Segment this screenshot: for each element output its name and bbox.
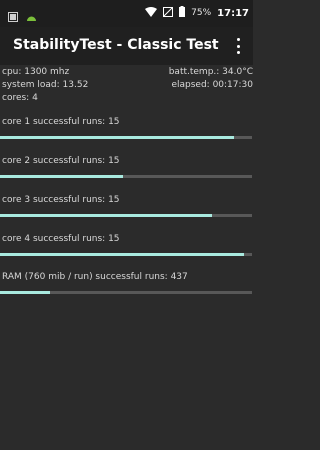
core-3-label: core 3 successful runs: 15 [2, 195, 120, 205]
core-1-progress [0, 136, 252, 139]
core-4-label: core 4 successful runs: 15 [2, 234, 120, 244]
page-title: StabilityTest - Classic Test [13, 37, 219, 53]
battery-percent: 75% [191, 8, 212, 18]
core-4-progress [0, 253, 252, 256]
android-icon [26, 7, 37, 26]
core-2-label: core 2 successful runs: 15 [2, 156, 120, 166]
stats-row-1: cpu: 1300 mhz batt.temp.: 34.0°C [2, 67, 253, 80]
app-toolbar: StabilityTest - Classic Test [0, 27, 253, 65]
core-3-progress [0, 214, 252, 217]
ram-progress [0, 291, 252, 294]
test-content: cpu: 1300 mhz batt.temp.: 34.0°C system … [0, 65, 253, 450]
battery-icon [179, 6, 186, 20]
wifi-icon [145, 6, 158, 20]
overflow-menu-icon[interactable] [235, 38, 241, 54]
elapsed-stat: elapsed: 00:17:30 [171, 80, 253, 90]
ram-progress-fill [0, 291, 51, 294]
cores-stat: cores: 4 [2, 93, 38, 103]
status-bar: 75% 17:17 [0, 0, 253, 27]
core-2-progress-fill [0, 175, 124, 178]
core-3-progress-fill [0, 214, 212, 217]
core-4-progress-fill [0, 253, 245, 256]
stats-row-3: cores: 4 [2, 93, 253, 106]
core-2-progress [0, 175, 252, 178]
clock: 17:17 [217, 7, 249, 19]
core-1-progress-fill [0, 136, 235, 139]
notification-icon [8, 7, 18, 26]
stats-row-2: system load: 13.52 elapsed: 00:17:30 [2, 80, 253, 93]
core-1-label: core 1 successful runs: 15 [2, 117, 120, 127]
system-load-stat: system load: 13.52 [2, 80, 89, 90]
cpu-stat: cpu: 1300 mhz [2, 67, 70, 77]
batt-temp-stat: batt.temp.: 34.0°C [168, 67, 253, 77]
ram-label: RAM (760 mib / run) successful runs: 437 [2, 272, 188, 282]
signal-off-icon [163, 6, 174, 20]
